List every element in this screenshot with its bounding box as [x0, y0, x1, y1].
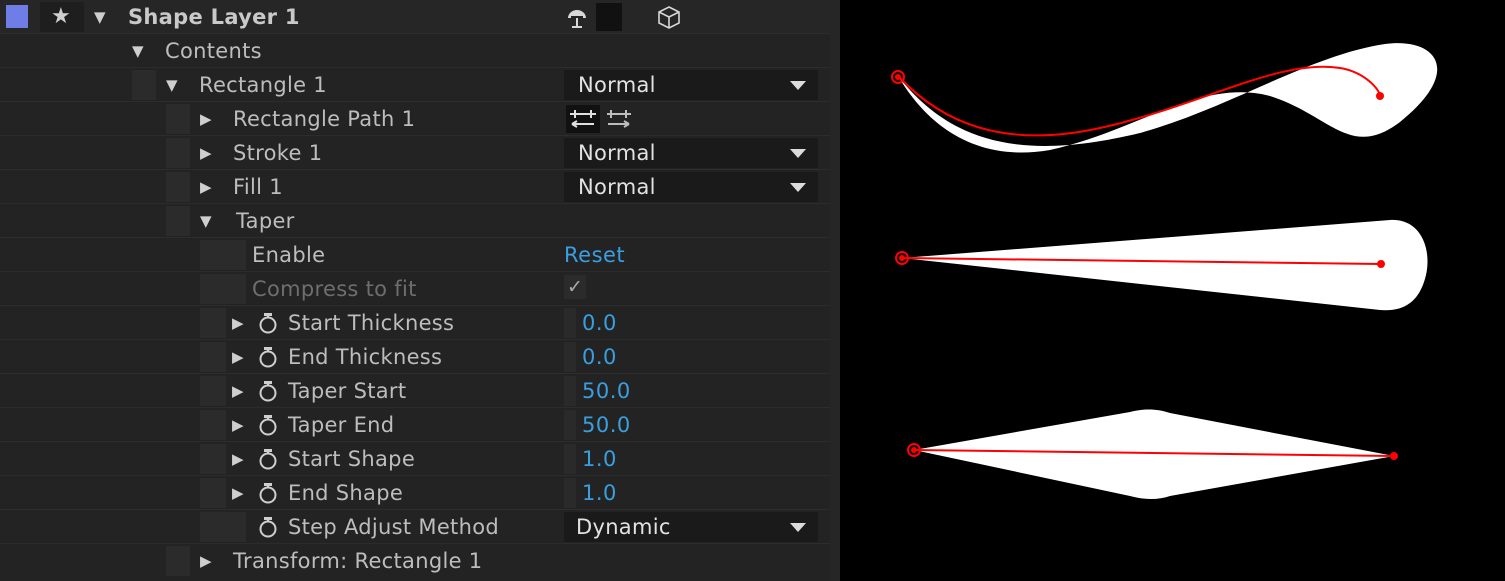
- twirl-right-icon[interactable]: ▶: [232, 306, 244, 340]
- tapered-curve-shape: [898, 43, 1438, 153]
- 3d-layer-icon[interactable]: [656, 3, 682, 31]
- twirl-right-icon[interactable]: ▶: [232, 442, 244, 476]
- step-adjust-method-dropdown[interactable]: Dynamic: [564, 512, 818, 542]
- layer-row[interactable]: ★ ▼ Shape Layer 1: [0, 0, 830, 34]
- rectangle-group-label: Rectangle 1: [199, 73, 327, 97]
- chevron-down-icon: [790, 149, 806, 158]
- contents-row[interactable]: ▼ Contents: [0, 34, 830, 68]
- twirl-right-icon[interactable]: ▶: [232, 340, 244, 374]
- blend-mode-dropdown[interactable]: Normal: [564, 70, 818, 100]
- layer-label-color-swatch[interactable]: [6, 5, 28, 28]
- stroke-row[interactable]: ▶ Stroke 1 Normal: [0, 136, 830, 170]
- twirl-right-icon[interactable]: ▶: [200, 102, 212, 136]
- twirl-down-icon[interactable]: ▼: [200, 204, 212, 238]
- twirl-right-icon[interactable]: ▶: [232, 374, 244, 408]
- fill-label: Fill 1: [233, 175, 283, 199]
- twirl-down-icon[interactable]: ▼: [166, 68, 178, 102]
- start-thickness-label: Start Thickness: [288, 311, 455, 335]
- rectangle-group-row[interactable]: ▼ Rectangle 1 Normal: [0, 68, 830, 102]
- timeline-panel: ★ ▼ Shape Layer 1 ▼ Contents ▼ Rectangle…: [0, 0, 830, 581]
- taper-start-row[interactable]: ▶ Taper Start 50.0: [0, 374, 830, 408]
- path-end-point: [1377, 260, 1385, 268]
- twirl-right-icon[interactable]: ▶: [232, 408, 244, 442]
- stopwatch-icon[interactable]: [258, 312, 278, 334]
- path-end-point: [1390, 452, 1398, 460]
- tapered-line-shape: [902, 219, 1428, 311]
- composition-canvas[interactable]: [840, 0, 1505, 581]
- reverse-path-icon[interactable]: [566, 105, 600, 133]
- start-thickness-value[interactable]: 0.0: [582, 306, 617, 340]
- taper-end-value[interactable]: 50.0: [582, 408, 631, 442]
- stopwatch-icon[interactable]: [258, 482, 278, 504]
- stopwatch-icon[interactable]: [258, 380, 278, 402]
- stopwatch-icon[interactable]: [258, 516, 278, 538]
- step-adjust-method-label: Step Adjust Method: [288, 515, 499, 539]
- taper-start-label: Taper Start: [288, 379, 407, 403]
- taper-label: Taper: [236, 209, 295, 233]
- stopwatch-icon[interactable]: [258, 414, 278, 436]
- panel-divider[interactable]: [830, 0, 840, 581]
- start-thickness-row[interactable]: ▶ Start Thickness 0.0: [0, 306, 830, 340]
- rectangle-path-row[interactable]: ▶ Rectangle Path 1: [0, 102, 830, 136]
- taper-row[interactable]: ▼ Taper: [0, 204, 830, 238]
- end-thickness-value[interactable]: 0.0: [582, 340, 617, 374]
- stroke-blend-mode-dropdown[interactable]: Normal: [564, 138, 818, 168]
- end-shape-value[interactable]: 1.0: [582, 476, 617, 510]
- enable-label: Enable: [252, 243, 326, 267]
- reset-link[interactable]: Reset: [564, 238, 625, 272]
- layer-name[interactable]: Shape Layer 1: [128, 0, 300, 34]
- chevron-down-icon: [790, 183, 806, 192]
- path-direction-icon[interactable]: [604, 105, 634, 133]
- contents-label: Contents: [165, 39, 262, 63]
- adjustment-layer-switch[interactable]: [596, 3, 622, 31]
- twirl-down-icon[interactable]: ▼: [132, 34, 144, 68]
- twirl-down-icon[interactable]: ▼: [94, 0, 106, 34]
- path-end-point: [1376, 92, 1384, 100]
- compress-to-fit-label: Compress to fit: [252, 277, 417, 301]
- twirl-right-icon[interactable]: ▶: [200, 544, 212, 578]
- enable-row[interactable]: Enable Reset: [0, 238, 830, 272]
- chevron-down-icon: [790, 523, 806, 532]
- taper-start-value[interactable]: 50.0: [582, 374, 631, 408]
- fill-row[interactable]: ▶ Fill 1 Normal: [0, 170, 830, 204]
- start-shape-label: Start Shape: [288, 447, 416, 471]
- taper-end-row[interactable]: ▶ Taper End 50.0: [0, 408, 830, 442]
- twirl-right-icon[interactable]: ▶: [232, 476, 244, 510]
- fill-blend-mode-dropdown[interactable]: Normal: [564, 172, 818, 202]
- composition-viewer[interactable]: [840, 0, 1505, 581]
- twirl-right-icon[interactable]: ▶: [200, 136, 212, 170]
- end-thickness-label: End Thickness: [288, 345, 443, 369]
- compress-to-fit-row[interactable]: Compress to fit ✓: [0, 272, 830, 306]
- stroke-label: Stroke 1: [233, 141, 323, 165]
- end-shape-label: End Shape: [288, 481, 404, 505]
- rectangle-path-label: Rectangle Path 1: [233, 107, 416, 131]
- start-shape-value[interactable]: 1.0: [582, 442, 617, 476]
- end-shape-row[interactable]: ▶ End Shape 1.0: [0, 476, 830, 510]
- motion-blur-icon[interactable]: [564, 3, 590, 31]
- step-adjust-method-row[interactable]: Step Adjust Method Dynamic: [0, 510, 830, 544]
- star-icon[interactable]: ★: [51, 0, 71, 34]
- compress-to-fit-checkbox[interactable]: ✓: [564, 275, 586, 299]
- taper-end-label: Taper End: [288, 413, 395, 437]
- chevron-down-icon: [790, 81, 806, 90]
- stopwatch-icon[interactable]: [258, 448, 278, 470]
- twirl-right-icon[interactable]: ▶: [200, 170, 212, 204]
- end-thickness-row[interactable]: ▶ End Thickness 0.0: [0, 340, 830, 374]
- transform-label: Transform: Rectangle 1: [233, 549, 483, 573]
- transform-row[interactable]: ▶ Transform: Rectangle 1: [0, 544, 830, 581]
- start-shape-row[interactable]: ▶ Start Shape 1.0: [0, 442, 830, 476]
- stopwatch-icon[interactable]: [258, 346, 278, 368]
